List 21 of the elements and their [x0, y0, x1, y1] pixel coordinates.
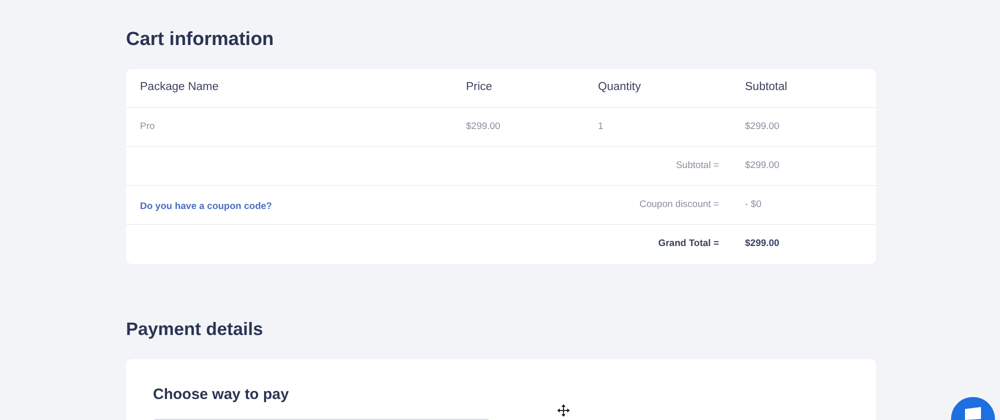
- summary-value: - $0: [745, 198, 762, 212]
- column-header: Subtotal: [745, 80, 788, 96]
- summary-label: Grand Total =: [657, 237, 720, 252]
- coupon-link[interactable]: Do you have a coupon code?: [140, 201, 272, 212]
- chat-button[interactable]: [951, 397, 995, 420]
- summary-value: $299.00: [745, 237, 780, 252]
- column-header: Package Name: [140, 80, 220, 96]
- summary-value: $299.00: [745, 158, 780, 173]
- chat-icon: [964, 407, 982, 420]
- section-title: Cart information: [126, 28, 275, 52]
- summary-label: Subtotal =: [674, 158, 720, 173]
- table-cell-text: $299.00: [466, 120, 502, 134]
- table-cell-text: Pro: [140, 120, 156, 134]
- summary-label: Coupon discount =: [638, 198, 720, 212]
- card-subtitle: Choose way to pay: [153, 385, 290, 405]
- move-cursor-icon: [557, 404, 570, 417]
- column-header: Quantity: [598, 80, 642, 96]
- table-cell-text: 1: [598, 120, 604, 134]
- table-cell-text: $299.00: [745, 120, 780, 134]
- column-header: Price: [466, 80, 494, 96]
- section-title: Payment details: [126, 318, 264, 341]
